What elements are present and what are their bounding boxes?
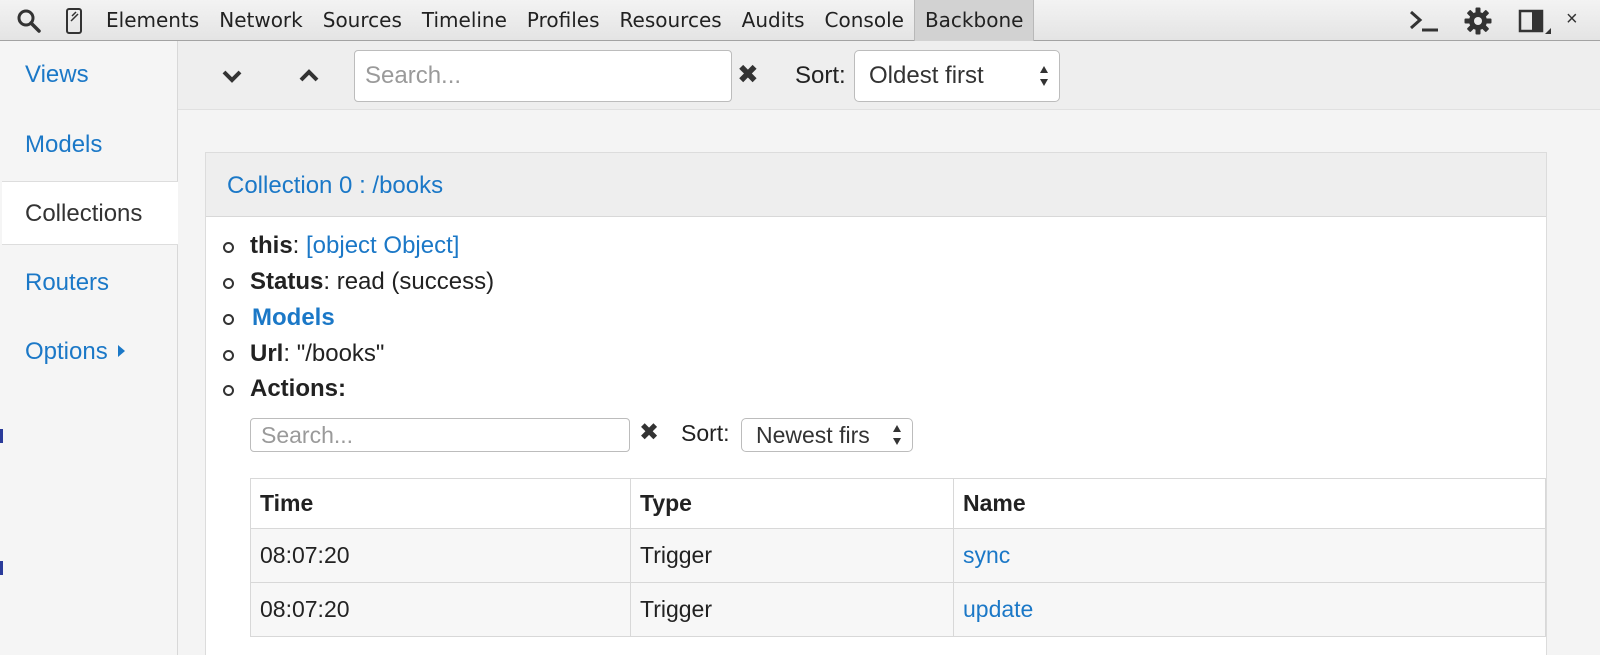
column-header-name[interactable]: Name <box>953 478 1546 529</box>
sort-select-value: Oldest first <box>869 62 984 89</box>
device-mode-icon[interactable] <box>60 6 90 36</box>
devtools-toolbar: Elements Network Sources Timeline Profil… <box>0 0 1600 41</box>
cell-time: 08:07:20 <box>250 528 631 583</box>
clear-search-icon[interactable]: ✖ <box>737 60 759 90</box>
tab-resources[interactable]: Resources <box>610 0 732 41</box>
panel-tabs: Elements Network Sources Timeline Profil… <box>96 0 1035 41</box>
bullet-icon <box>223 278 234 289</box>
cell-name-link[interactable]: update <box>953 582 1546 637</box>
main-panel: ✖ Sort: Oldest first Collection 0 : /boo… <box>178 41 1600 655</box>
key-text: this <box>250 232 293 259</box>
cell-type: Trigger <box>630 528 954 583</box>
tab-profiles[interactable]: Profiles <box>517 0 610 41</box>
table-row[interactable]: 08:07:20 Trigger sync <box>250 528 1546 583</box>
column-header-time[interactable]: Time <box>250 478 631 529</box>
chevron-up-icon[interactable] <box>296 63 322 89</box>
main-toolbar: ✖ Sort: Oldest first <box>178 41 1600 110</box>
sidebar: Views Models Collections Routers Options <box>0 41 180 655</box>
sidebar-item-views[interactable]: Views <box>2 43 178 107</box>
column-header-type[interactable]: Type <box>630 478 954 529</box>
gear-icon[interactable] <box>1463 6 1493 36</box>
tab-sources[interactable]: Sources <box>313 0 412 41</box>
clear-actions-search-icon[interactable]: ✖ <box>639 418 659 446</box>
updown-arrows-icon <box>893 425 901 445</box>
prop-key: Url: "/books" <box>250 340 385 367</box>
collection-title[interactable]: Collection 0 : /books <box>227 172 443 200</box>
caret-right-icon <box>117 344 125 357</box>
key-text: Url <box>250 340 284 367</box>
table-header-row: Time Type Name <box>250 478 1546 529</box>
dock-side-icon[interactable] <box>1517 6 1551 36</box>
models-link[interactable]: Models <box>252 304 335 332</box>
sidebar-item-routers[interactable]: Routers <box>2 251 178 315</box>
table-row[interactable]: 08:07:20 Trigger update <box>250 582 1546 637</box>
sidebar-item-label: Options <box>25 338 108 365</box>
actions-sort-select[interactable]: Newest firs <box>741 418 913 452</box>
sidebar-item-options[interactable]: Options <box>2 320 178 384</box>
cell-type: Trigger <box>630 582 954 637</box>
prop-key: Status: read (success) <box>250 268 495 295</box>
cell-name-link[interactable]: sync <box>953 528 1546 583</box>
console-drawer-icon[interactable] <box>1408 6 1438 36</box>
tab-console[interactable]: Console <box>815 0 914 41</box>
collection-panel: Collection 0 : /books this: [object Obje… <box>205 152 1547 655</box>
chevron-down-icon[interactable] <box>219 63 245 89</box>
tab-backbone[interactable]: Backbone <box>913 0 1035 41</box>
close-icon[interactable]: × <box>1566 8 1578 31</box>
edge-marker <box>0 429 3 443</box>
sort-select[interactable]: Oldest first <box>854 50 1060 102</box>
prop-key: this: [object Object] <box>250 232 460 259</box>
tab-timeline[interactable]: Timeline <box>412 0 517 41</box>
status-value: read (success) <box>336 268 495 295</box>
edge-marker <box>0 561 3 575</box>
sort-label: Sort: <box>795 62 846 89</box>
actions-table: Time Type Name 08:07:20 Trigger sync 08:… <box>250 478 1546 637</box>
sidebar-item-models[interactable]: Models <box>2 113 178 177</box>
url-value: "/books" <box>296 340 385 367</box>
bullet-icon <box>223 242 234 253</box>
bullet-icon <box>223 350 234 361</box>
key-text: Actions: <box>250 375 346 402</box>
tab-elements[interactable]: Elements <box>96 0 209 41</box>
actions-sort-value: Newest firs <box>756 422 870 448</box>
tab-audits[interactable]: Audits <box>732 0 815 41</box>
search-icon[interactable] <box>14 6 44 36</box>
sidebar-item-collections[interactable]: Collections <box>2 181 180 245</box>
collection-header[interactable]: Collection 0 : /books <box>206 153 1546 217</box>
bullet-icon <box>223 314 234 325</box>
object-link[interactable]: [object Object] <box>306 232 459 259</box>
search-input[interactable] <box>354 50 732 102</box>
key-text: Status <box>250 268 324 295</box>
cell-time: 08:07:20 <box>250 582 631 637</box>
tab-network[interactable]: Network <box>209 0 313 41</box>
bullet-icon <box>223 385 234 396</box>
actions-sort-label: Sort: <box>681 420 730 446</box>
actions-search-input[interactable] <box>250 418 630 452</box>
updown-arrows-icon <box>1040 66 1048 86</box>
